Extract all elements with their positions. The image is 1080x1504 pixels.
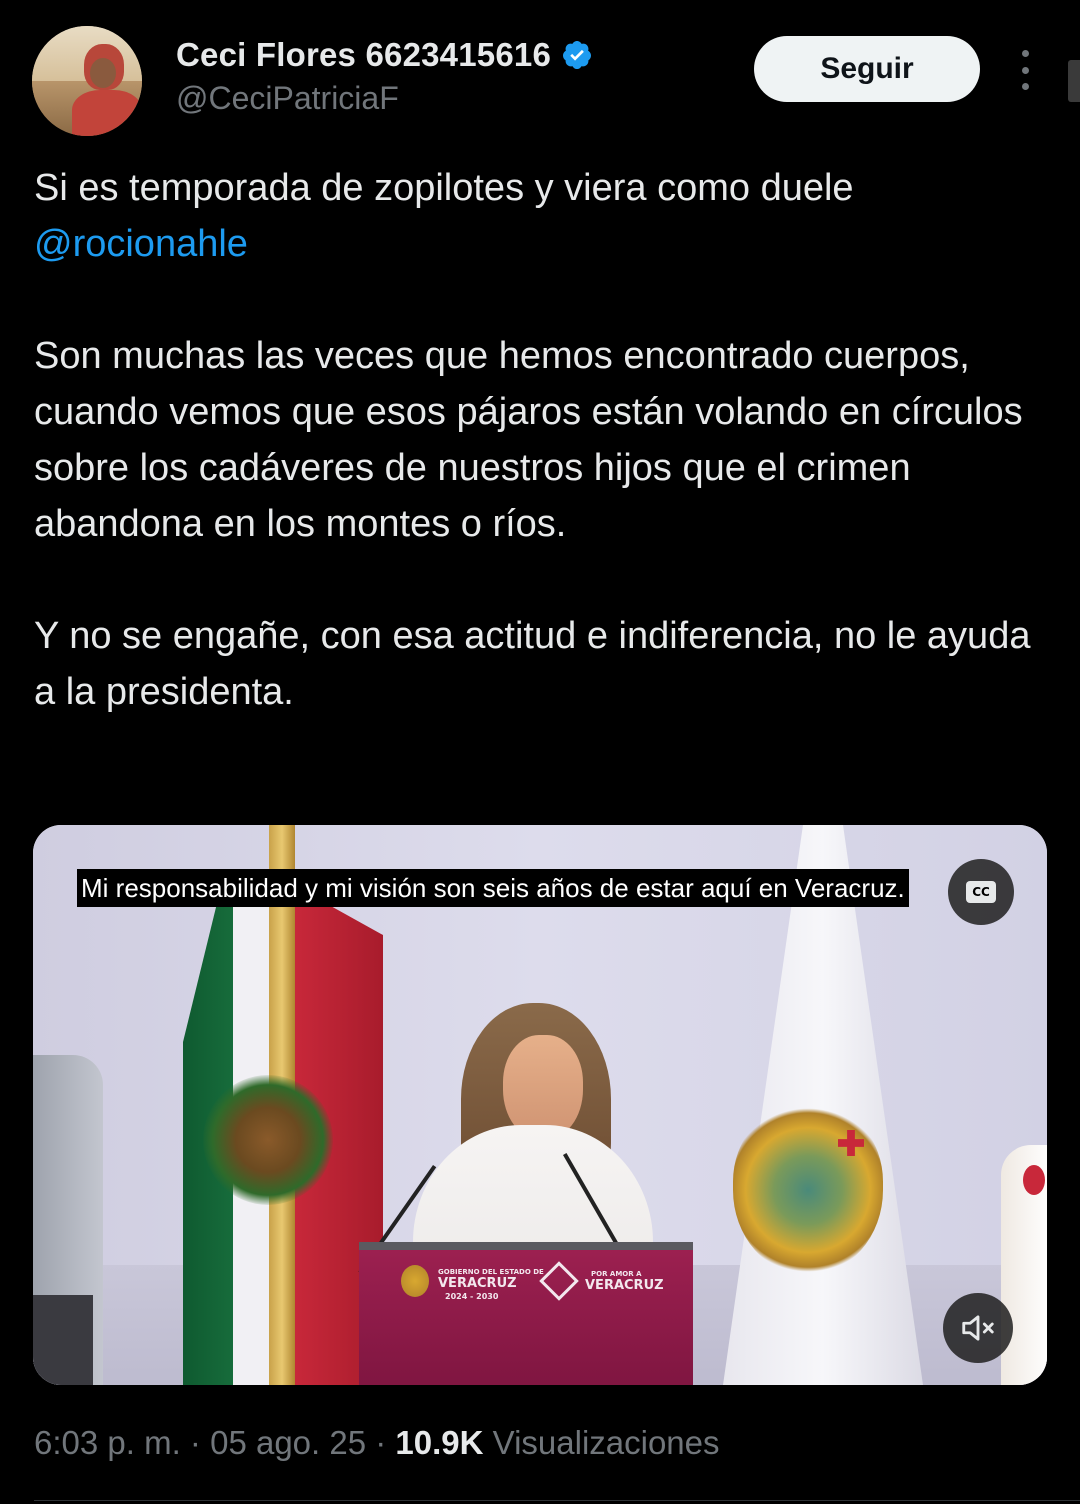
avatar-body [72, 90, 142, 136]
author-handle[interactable]: @CeciPatriciaF [176, 80, 399, 117]
side-edge-indicator [1068, 60, 1080, 102]
tweet-line-1: Si es temporada de zopilotes y viera com… [34, 167, 854, 209]
more-dot [1021, 83, 1029, 90]
mention-link[interactable]: @rocionahle [34, 223, 248, 265]
video-player[interactable]: GOBIERNO DEL ESTADO DE VERACRUZ 2024 - 2… [33, 825, 1047, 1385]
mexico-eagle-emblem [203, 1075, 333, 1205]
podium-text-years: 2024 - 2030 [445, 1292, 499, 1301]
veracruz-coat-of-arms [733, 1105, 883, 1275]
podium [359, 1242, 693, 1385]
video-caption: Mi responsabilidad y mi visión son seis … [77, 869, 909, 907]
captions-button[interactable]: CC [948, 859, 1014, 925]
tweet-date[interactable]: 05 ago. 25 [210, 1424, 366, 1461]
tweet-paragraph-3: Y no se engañe, con esa actitud e indife… [34, 615, 1031, 713]
follow-button[interactable]: Seguir [754, 36, 980, 102]
tweet-detail-page: Ceci Flores 6623415616 @CeciPatriciaF Se… [0, 0, 1080, 1504]
volume-muted-icon [962, 1315, 994, 1341]
podium-text-veracruz-right: VERACRUZ [585, 1278, 664, 1293]
podium-text-por-amor: POR AMOR A [591, 1270, 642, 1278]
tweet-text: Si es temporada de zopilotes y viera com… [34, 160, 1044, 720]
tweet-paragraph-2: Son muchas las veces que hemos encontrad… [34, 335, 1023, 545]
meta-separator: · [189, 1424, 201, 1461]
video-person-left-pants [33, 1295, 93, 1385]
avatar[interactable] [32, 26, 142, 136]
author-name-row[interactable]: Ceci Flores 6623415616 [176, 36, 593, 74]
views-count[interactable]: 10.9K [395, 1424, 483, 1461]
mute-button[interactable] [943, 1293, 1013, 1363]
avatar-face [90, 58, 116, 88]
tweet-meta-row: 6:03 p. m. · 05 ago. 25 · 10.9K Visualiz… [34, 1424, 720, 1462]
verified-badge-icon [561, 39, 593, 71]
podium-veracruz-logo [401, 1265, 429, 1297]
more-dot [1021, 66, 1029, 74]
tweet-time[interactable]: 6:03 p. m. [34, 1424, 181, 1461]
author-display-name[interactable]: Ceci Flores 6623415616 [176, 36, 551, 74]
meta-separator: · [375, 1424, 387, 1461]
video-person-right-flower [1023, 1165, 1045, 1195]
more-vertical-icon[interactable] [1010, 50, 1040, 90]
podium-text-veracruz: VERACRUZ [438, 1276, 517, 1291]
divider [34, 1500, 1080, 1501]
podium-text-small: GOBIERNO DEL ESTADO DE [438, 1268, 544, 1276]
closed-captions-icon: CC [966, 881, 996, 903]
more-dot [1021, 50, 1029, 57]
views-label[interactable]: Visualizaciones [493, 1424, 720, 1461]
